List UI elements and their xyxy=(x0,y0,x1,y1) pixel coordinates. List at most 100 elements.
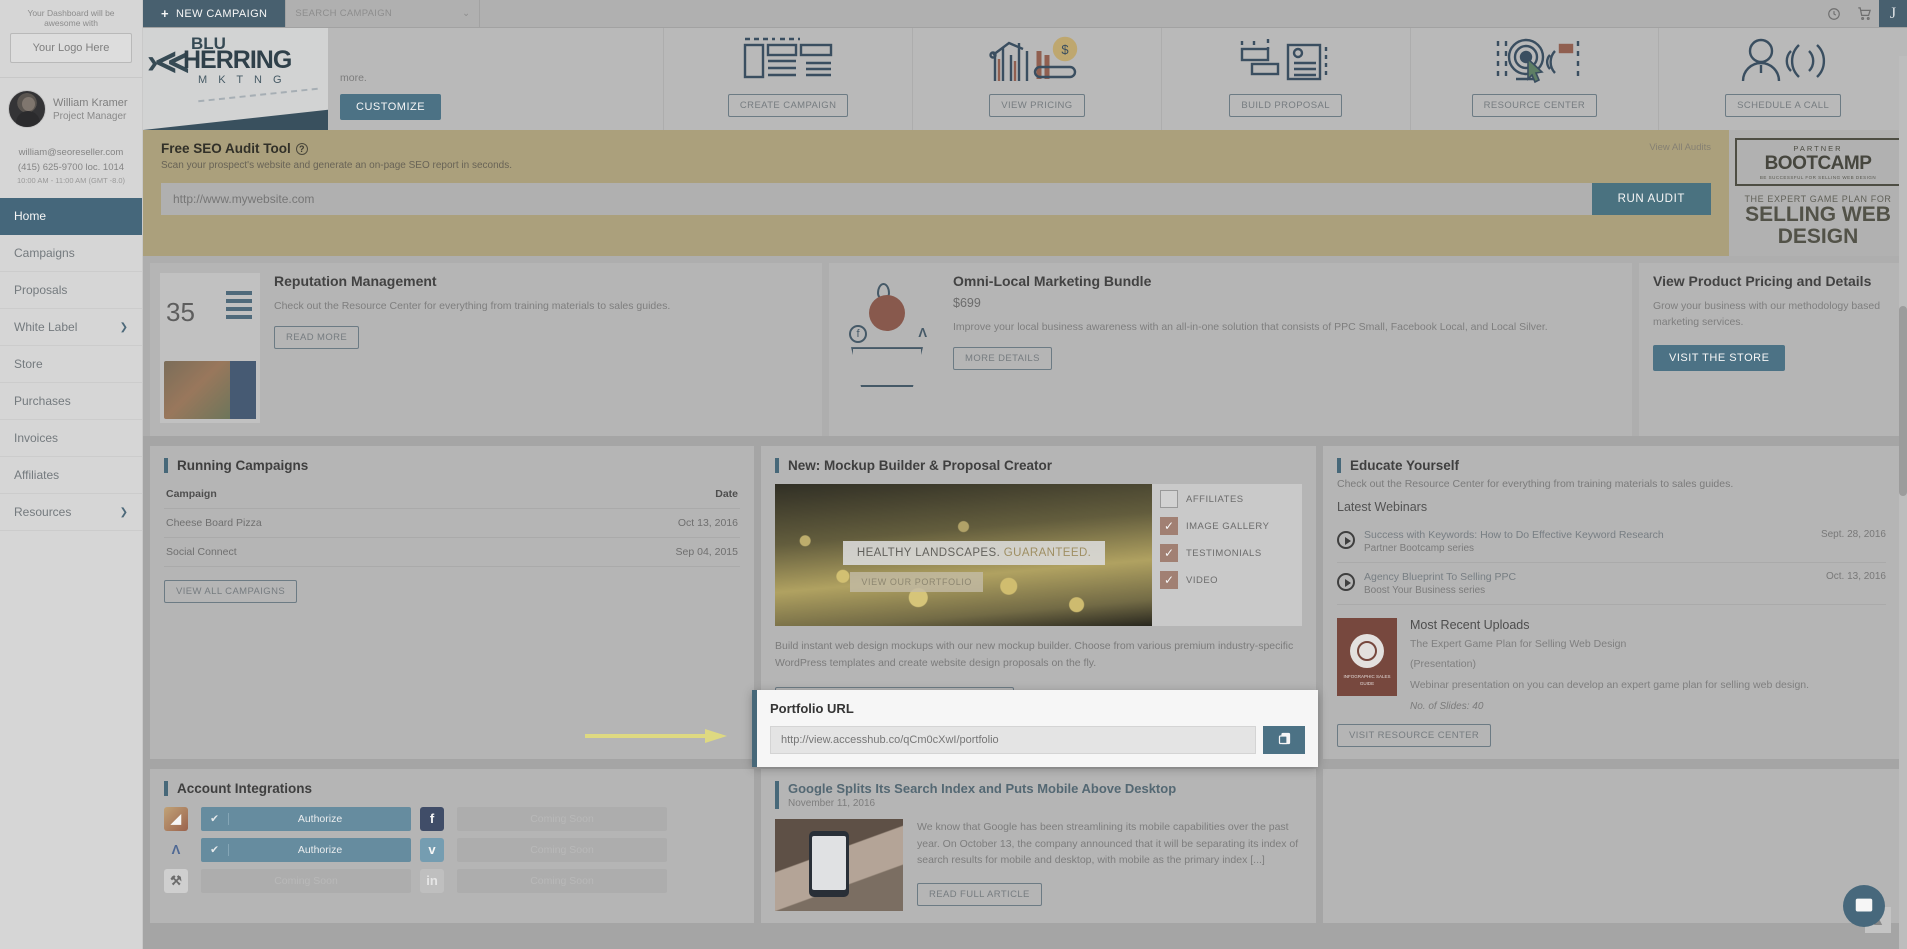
adwords-letter-icon: Λ xyxy=(918,325,927,341)
brand-line-2: HERRING xyxy=(183,46,292,74)
seo-url-input[interactable] xyxy=(161,183,1592,215)
sidebar-item-resources[interactable]: Resources ❯ xyxy=(0,494,142,532)
sidebar-item-affiliates[interactable]: Affiliates xyxy=(0,457,142,495)
panel-title: Educate Yourself xyxy=(1337,458,1886,474)
bootcamp-headline-2: DESIGN xyxy=(1777,225,1859,249)
customize-button[interactable]: CUSTOMIZE xyxy=(340,94,442,120)
new-campaign-button[interactable]: + NEW CAMPAIGN xyxy=(143,0,286,27)
quick-action-view-pricing[interactable]: $ VIEW PRICING xyxy=(913,28,1162,130)
authorize-google-adwords-button[interactable]: ✔ Authorize xyxy=(201,837,411,862)
portfolio-url-input[interactable] xyxy=(770,726,1256,754)
list-item[interactable]: ✓ VIDEO xyxy=(1160,571,1294,590)
sidebar-item-invoices[interactable]: Invoices xyxy=(0,420,142,458)
view-pricing-button[interactable]: VIEW PRICING xyxy=(989,94,1085,117)
help-clock-icon[interactable] xyxy=(1819,0,1849,27)
sidebar-item-purchases[interactable]: Purchases xyxy=(0,383,142,421)
mockup-preview[interactable]: HEALTHY LANDSCAPES. GUARANTEED. VIEW OUR… xyxy=(775,484,1302,627)
check-icon: ✔ xyxy=(201,812,229,825)
visit-resource-center-button[interactable]: VISIT RESOURCE CENTER xyxy=(1337,723,1492,747)
visit-store-button[interactable]: VISIT THE STORE xyxy=(1653,344,1786,371)
sidebar-item-white-label[interactable]: White Label ❯ xyxy=(0,309,142,347)
bootcamp-partner-label: PARTNER xyxy=(1793,144,1843,153)
list-item[interactable]: ✓ IMAGE GALLERY xyxy=(1160,517,1294,536)
resource-center-button[interactable]: RESOURCE CENTER xyxy=(1471,94,1598,117)
read-more-button[interactable]: READ MORE xyxy=(274,326,360,350)
quick-action-schedule-call[interactable]: SCHEDULE A CALL xyxy=(1659,28,1907,130)
user-avatar-button[interactable]: J xyxy=(1879,0,1907,27)
quick-action-build-proposal[interactable]: BUILD PROPOSAL xyxy=(1161,28,1411,130)
table-row[interactable]: Social Connect Sep 04, 2015 xyxy=(164,537,740,568)
checkbox-checked-icon[interactable]: ✓ xyxy=(1160,544,1178,563)
checkbox-unchecked-icon[interactable] xyxy=(1160,490,1178,509)
sidebar-item-home[interactable]: Home xyxy=(0,198,142,236)
column-header-campaign: Campaign xyxy=(164,484,510,510)
list-item[interactable]: Success with Keywords: How to Do Effecti… xyxy=(1337,521,1886,564)
feature-label: IMAGE GALLERY xyxy=(1186,520,1270,532)
sidebar-item-proposals[interactable]: Proposals xyxy=(0,272,142,310)
copy-url-button[interactable] xyxy=(1263,726,1305,754)
panel-title: Running Campaigns xyxy=(164,458,740,474)
list-item[interactable]: AFFILIATES xyxy=(1160,490,1294,509)
read-full-article-button[interactable]: READ FULL ARTICLE xyxy=(917,883,1042,907)
button-label: Authorize xyxy=(297,843,343,856)
bar-chart-dollar-icon: $ xyxy=(913,28,1161,94)
table-header-row: Campaign Date xyxy=(164,484,740,510)
sidebar-item-label: Campaigns xyxy=(14,246,75,261)
webinar-title[interactable]: Success with Keywords: How to Do Effecti… xyxy=(1364,529,1812,541)
list-item[interactable]: Agency Blueprint To Selling PPC Boost Yo… xyxy=(1337,563,1886,606)
campaign-name: Social Connect xyxy=(164,537,510,568)
page-scrollbar[interactable] xyxy=(1899,56,1907,949)
checkbox-checked-icon[interactable]: ✓ xyxy=(1160,517,1178,536)
layout-wireframe-icon xyxy=(664,28,912,94)
partner-bootcamp-banner[interactable]: PARTNER BOOTCAMP BE SUCCESSFUL FOR SELLI… xyxy=(1729,130,1907,257)
copy-icon xyxy=(1277,731,1292,749)
more-details-button[interactable]: MORE DETAILS xyxy=(953,347,1052,371)
logo-hint: Your Dashboard will be awesome with xyxy=(27,8,115,29)
help-icon[interactable]: ? xyxy=(295,142,308,155)
avatar xyxy=(8,90,46,129)
quick-action-create-campaign[interactable]: CREATE CAMPAIGN xyxy=(664,28,914,130)
view-all-campaigns-button[interactable]: VIEW ALL CAMPAIGNS xyxy=(164,580,298,604)
authorize-google-analytics-button[interactable]: ✔ Authorize xyxy=(201,806,411,831)
logo-upload-area[interactable]: Your Dashboard will be awesome with Your… xyxy=(0,0,142,75)
mockup-cta-button: VIEW OUR PORTFOLIO xyxy=(850,572,984,593)
user-email[interactable]: william@seoreseller.com xyxy=(4,146,138,160)
twitter-coming-soon-button: Coming Soon xyxy=(457,837,667,862)
product-title: View Product Pricing and Details xyxy=(1653,273,1872,290)
sidebar-item-label: Purchases xyxy=(14,394,71,409)
column-header-date: Date xyxy=(509,484,740,510)
sidebar-item-campaigns[interactable]: Campaigns xyxy=(0,235,142,273)
chevron-right-icon: ❯ xyxy=(119,506,128,518)
news-title[interactable]: Google Splits Its Search Index and Puts … xyxy=(788,781,1302,796)
schedule-call-button[interactable]: SCHEDULE A CALL xyxy=(1725,94,1842,117)
chat-bubble-icon[interactable] xyxy=(1843,885,1885,927)
create-campaign-button[interactable]: CREATE CAMPAIGN xyxy=(727,94,849,117)
scrollbar-thumb[interactable] xyxy=(1899,306,1907,496)
product-card-store: View Product Pricing and Details Grow yo… xyxy=(1639,263,1907,437)
bootcamp-tagline: BE SUCCESSFUL FOR SELLING WEB DESIGN xyxy=(1759,175,1877,180)
uploads-heading: Most Recent Uploads xyxy=(1410,618,1530,633)
upload-title[interactable]: The Expert Game Plan for Selling Web Des… xyxy=(1410,636,1809,652)
promo-text: more. xyxy=(340,72,367,84)
cart-icon[interactable] xyxy=(1849,0,1879,27)
list-item[interactable]: ✓ TESTIMONIALS xyxy=(1160,544,1294,563)
campaign-date: Sep 04, 2015 xyxy=(509,537,740,568)
most-recent-uploads: INFOGRAPHIC SALES GUIDE Most Recent Uplo… xyxy=(1337,605,1886,712)
webinar-date: Oct. 13, 2016 xyxy=(1825,571,1886,583)
upload-description: Webinar presentation on you can develop … xyxy=(1410,678,1810,691)
build-proposal-button[interactable]: BUILD PROPOSAL xyxy=(1229,94,1342,117)
play-icon[interactable] xyxy=(1337,573,1355,592)
view-all-audits-link[interactable]: View All Audits xyxy=(1649,142,1711,153)
quick-action-resource-center[interactable]: RESOURCE CENTER xyxy=(1410,28,1660,130)
run-audit-button[interactable]: RUN AUDIT xyxy=(1591,183,1711,215)
table-row[interactable]: Cheese Board Pizza Oct 13, 2016 xyxy=(164,508,740,539)
search-campaign-select[interactable]: SEARCH CAMPAIGN ⌄ xyxy=(285,0,481,27)
user-role: Project Manager xyxy=(53,111,127,123)
logo-placeholder-button[interactable]: Your Logo Here xyxy=(10,33,132,64)
upload-thumbnail[interactable]: INFOGRAPHIC SALES GUIDE xyxy=(1337,618,1397,697)
webinar-title[interactable]: Agency Blueprint To Selling PPC xyxy=(1364,571,1817,583)
play-icon[interactable] xyxy=(1337,531,1355,550)
running-campaigns-panel: Running Campaigns Campaign Date Cheese B… xyxy=(150,446,754,759)
sidebar-item-store[interactable]: Store xyxy=(0,346,142,384)
checkbox-checked-icon[interactable]: ✓ xyxy=(1160,571,1178,590)
